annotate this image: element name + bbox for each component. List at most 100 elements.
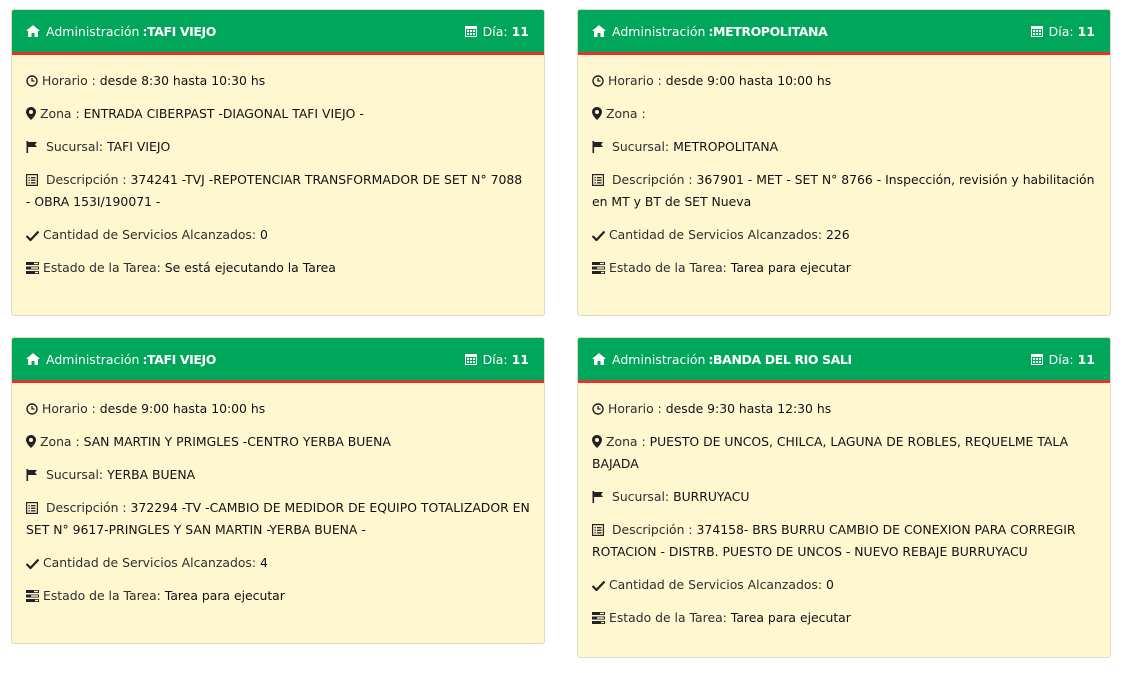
estado-row: Estado de la Tarea: Tarea para ejecutar bbox=[26, 585, 530, 607]
flag-icon bbox=[592, 491, 603, 503]
header-day: Día: 11 bbox=[1030, 23, 1095, 39]
estado-row: Estado de la Tarea: Se está ejecutando l… bbox=[26, 257, 530, 279]
card-header: Administración :TAFI VIEJO Día: 11 bbox=[12, 10, 544, 55]
descripcion-label: Descripción : bbox=[611, 172, 693, 187]
card-header: Administración :BANDA DEL RIO SALI Día: … bbox=[578, 338, 1110, 383]
task-card: Administración :TAFI VIEJO Día: 11 Horar… bbox=[11, 337, 545, 644]
header-day: Día: 11 bbox=[464, 351, 529, 367]
clock-icon bbox=[592, 75, 604, 87]
calendar-icon bbox=[1030, 354, 1043, 365]
home-icon bbox=[592, 25, 606, 37]
estado-label: Estado de la Tarea: bbox=[43, 260, 161, 275]
cantidad-row: Cantidad de Servicios Alcanzados: 226 bbox=[592, 224, 1096, 246]
estado-value: Tarea para ejecutar bbox=[730, 610, 851, 625]
cantidad-value: 4 bbox=[259, 555, 268, 570]
day-label: Día: bbox=[482, 351, 508, 367]
zona-row: Zona : PUESTO DE UNCOS, CHILCA, LAGUNA D… bbox=[592, 431, 1096, 475]
cantidad-label: Cantidad de Servicios Alcanzados: bbox=[609, 227, 823, 242]
day-label: Día: bbox=[482, 23, 508, 39]
zona-value: ENTRADA CIBERPAST -DIAGONAL TAFI VIEJO - bbox=[83, 106, 364, 121]
estado-value: Tarea para ejecutar bbox=[730, 260, 851, 275]
header-administration: Administración :TAFI VIEJO bbox=[26, 24, 216, 39]
descripcion-row: Descripción : 372294 -TV -CAMBIO DE MEDI… bbox=[26, 497, 530, 541]
flag-icon bbox=[592, 141, 603, 153]
day-value: 11 bbox=[1077, 351, 1095, 367]
descripcion-label: Descripción : bbox=[45, 500, 127, 515]
header-administration: Administración :TAFI VIEJO bbox=[26, 352, 216, 367]
map-marker-icon bbox=[592, 435, 602, 448]
tasks-icon bbox=[592, 262, 605, 274]
map-marker-icon bbox=[26, 107, 36, 120]
horario-value: desde 9:00 hasta 10:00 hs bbox=[665, 73, 832, 88]
zona-value: SAN MARTIN Y PRIMGLES -CENTRO YERBA BUEN… bbox=[83, 434, 391, 449]
task-card: Administración :TAFI VIEJO Día: 11 Horar… bbox=[11, 9, 545, 316]
card-body: Horario : desde 8:30 hasta 10:30 hs Zona… bbox=[12, 55, 544, 279]
task-card: Administración :BANDA DEL RIO SALI Día: … bbox=[577, 337, 1111, 658]
sucursal-row: Sucursal: YERBA BUENA bbox=[26, 464, 530, 486]
list-alt-icon bbox=[26, 174, 38, 186]
tasks-icon bbox=[26, 590, 39, 602]
calendar-icon bbox=[1030, 26, 1043, 37]
sucursal-label: Sucursal: bbox=[611, 489, 670, 504]
horario-label: Horario : bbox=[608, 73, 662, 88]
estado-label: Estado de la Tarea: bbox=[43, 588, 161, 603]
cantidad-value: 226 bbox=[825, 227, 850, 242]
cantidad-label: Cantidad de Servicios Alcanzados: bbox=[609, 577, 823, 592]
clock-icon bbox=[26, 75, 38, 87]
check-icon bbox=[592, 580, 605, 591]
descripcion-row: Descripción : 367901 - MET - SET N° 8766… bbox=[592, 169, 1096, 213]
administration-label: Administración bbox=[46, 351, 140, 367]
header-administration: Administración :METROPOLITANA bbox=[592, 23, 828, 39]
home-icon bbox=[26, 25, 40, 37]
estado-label: Estado de la Tarea: bbox=[609, 260, 727, 275]
horario-row: Horario : desde 9:30 hasta 12:30 hs bbox=[592, 398, 1096, 420]
horario-value: desde 8:30 hasta 10:30 hs bbox=[99, 73, 266, 88]
sucursal-value: TAFI VIEJO bbox=[107, 139, 171, 154]
cantidad-label: Cantidad de Servicios Alcanzados: bbox=[43, 227, 257, 242]
administration-label: Administración bbox=[612, 351, 706, 367]
day-label: Día: bbox=[1048, 351, 1074, 367]
flag-icon bbox=[26, 141, 37, 153]
sucursal-row: Sucursal: BURRUYACU bbox=[592, 486, 1096, 508]
horario-value: desde 9:30 hasta 12:30 hs bbox=[665, 401, 832, 416]
zona-label: Zona : bbox=[40, 434, 80, 449]
administration-value: :TAFI VIEJO bbox=[142, 23, 216, 39]
tasks-icon bbox=[26, 262, 39, 274]
estado-row: Estado de la Tarea: Tarea para ejecutar bbox=[592, 607, 1096, 629]
zona-label: Zona : bbox=[606, 434, 646, 449]
list-alt-icon bbox=[592, 524, 604, 536]
zona-value: PUESTO DE UNCOS, CHILCA, LAGUNA DE ROBLE… bbox=[592, 434, 1069, 471]
map-marker-icon bbox=[26, 435, 36, 448]
horario-row: Horario : desde 9:00 hasta 10:00 hs bbox=[26, 398, 530, 420]
estado-label: Estado de la Tarea: bbox=[609, 610, 727, 625]
card-header: Administración :METROPOLITANA Día: 11 bbox=[578, 10, 1110, 55]
descripcion-row: Descripción : 374158- BRS BURRU CAMBIO D… bbox=[592, 519, 1096, 563]
day-label: Día: bbox=[1048, 23, 1074, 39]
card-body: Horario : desde 9:00 hasta 10:00 hs Zona… bbox=[578, 55, 1110, 279]
task-card: Administración :METROPOLITANA Día: 11 Ho… bbox=[577, 9, 1111, 316]
zona-label: Zona : bbox=[40, 106, 80, 121]
descripcion-label: Descripción : bbox=[611, 522, 693, 537]
descripcion-row: Descripción : 374241 -TVJ -REPOTENCIAR T… bbox=[26, 169, 530, 213]
cantidad-row: Cantidad de Servicios Alcanzados: 0 bbox=[592, 574, 1096, 596]
zona-row: Zona : SAN MARTIN Y PRIMGLES -CENTRO YER… bbox=[26, 431, 530, 453]
administration-label: Administración bbox=[46, 23, 140, 39]
cantidad-value: 0 bbox=[825, 577, 834, 592]
list-alt-icon bbox=[592, 174, 604, 186]
horario-label: Horario : bbox=[608, 401, 662, 416]
administration-label: Administración bbox=[612, 23, 706, 39]
sucursal-value: YERBA BUENA bbox=[107, 467, 196, 482]
sucursal-row: Sucursal: TAFI VIEJO bbox=[26, 136, 530, 158]
clock-icon bbox=[592, 403, 604, 415]
day-value: 11 bbox=[511, 351, 529, 367]
calendar-icon bbox=[464, 354, 477, 365]
check-icon bbox=[592, 230, 605, 241]
zona-label: Zona : bbox=[606, 106, 646, 121]
zona-row: Zona : bbox=[592, 103, 1096, 125]
estado-value: Tarea para ejecutar bbox=[164, 588, 285, 603]
flag-icon bbox=[26, 469, 37, 481]
cantidad-row: Cantidad de Servicios Alcanzados: 0 bbox=[26, 224, 530, 246]
check-icon bbox=[26, 230, 39, 241]
horario-label: Horario : bbox=[42, 401, 96, 416]
list-alt-icon bbox=[26, 502, 38, 514]
